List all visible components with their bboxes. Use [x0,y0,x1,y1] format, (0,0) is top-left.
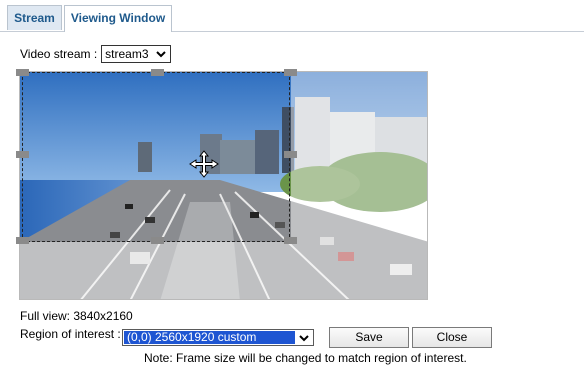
tab-viewing-window[interactable]: Viewing Window [64,5,172,32]
roi-selection-box[interactable] [16,69,297,244]
roi-handle-bottom-left[interactable] [16,237,29,244]
roi-handle-left[interactable] [16,151,29,158]
save-button[interactable]: Save [329,327,409,348]
roi-row: Region of interest : [20,327,121,341]
move-icon[interactable] [188,150,220,178]
chevron-down-icon [155,51,166,58]
tab-bar: Stream Viewing Window [0,0,584,32]
roi-select[interactable]: (0,0) 2560x1920 custom [122,329,314,346]
tab-stream[interactable]: Stream [7,5,62,30]
roi-handle-bottom-right[interactable] [284,237,297,244]
video-stream-value: stream3 [105,47,149,61]
video-stream-select[interactable]: stream3 [101,45,171,63]
video-stream-row: Video stream : stream3 [20,45,171,63]
chevron-down-icon [299,335,309,342]
close-button[interactable]: Close [412,327,492,348]
full-view-text: Full view: 3840x2160 [20,309,133,323]
roi-handle-right[interactable] [284,151,297,158]
roi-select-value: (0,0) 2560x1920 custom [124,331,295,344]
roi-handle-top-left[interactable] [16,69,29,76]
note-text: Note: Frame size will be changed to matc… [144,351,467,365]
roi-handle-bottom[interactable] [151,237,164,244]
roi-label: Region of interest : [20,327,121,341]
video-stream-label: Video stream : [20,47,98,61]
roi-handle-top-right[interactable] [284,69,297,76]
roi-handle-top[interactable] [151,69,164,76]
